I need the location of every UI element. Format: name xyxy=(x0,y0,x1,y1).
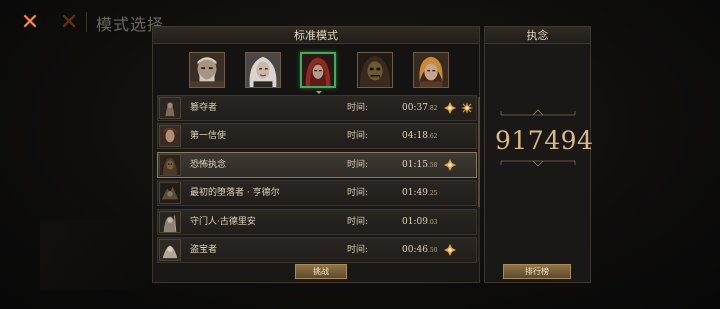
close-icon xyxy=(23,14,37,28)
boss-row-first-messenger[interactable]: 第一信使 时间: 04:18.62 xyxy=(157,123,477,149)
boss-name: 守门人·古德里安 xyxy=(190,217,256,227)
portrait-red-hood[interactable] xyxy=(300,52,336,88)
panel-title: 标准模式 xyxy=(294,29,338,42)
fallen-hendel-avatar-icon xyxy=(160,183,180,203)
treasure-thief-avatar-icon xyxy=(160,240,180,260)
best-time: 01:09.03 xyxy=(402,217,438,227)
boss-avatar xyxy=(159,154,181,176)
time-label: 时间: xyxy=(347,217,369,227)
medal-icon xyxy=(444,244,456,256)
boss-row-treasure-thief[interactable]: 盗宝者 时间: 00:46.50 xyxy=(157,237,477,263)
boss-row-usurper[interactable]: 篡夺者 时间: 00:37.82 xyxy=(157,95,477,121)
background-shade xyxy=(40,220,150,290)
obsession-header: 执念 xyxy=(485,27,590,44)
boss-name: 最初的堕落者 · 亨德尔 xyxy=(190,188,280,198)
boss-name: 恐怖执念 xyxy=(190,160,227,170)
boss-name: 篡夺者 xyxy=(190,103,218,113)
boss-row-gatekeeper[interactable]: 守门人·古德里安 时间: 01:09.03 xyxy=(157,209,477,235)
boss-name: 盗宝者 xyxy=(190,245,218,255)
white-hair-woman-portrait-icon xyxy=(246,53,280,87)
time-label: 时间: xyxy=(347,188,369,198)
boss-avatar xyxy=(159,239,181,261)
standard-mode-panel: 标准模式 篡夺者 时间: 00:37.82 第一信使 时间: 04:18.62 … xyxy=(152,26,480,283)
gatekeeper-avatar-icon xyxy=(160,212,180,232)
selected-caret-icon xyxy=(316,91,322,94)
obsession-panel: 执念 917494 xyxy=(484,26,594,283)
time-label: 时间: xyxy=(347,103,369,113)
close-icon xyxy=(62,14,76,28)
screen: 模式选择 标准模式 篡夺者 时间: 00:37.82 第一信使 时间: 04:1… xyxy=(0,0,720,309)
old-man-portrait-icon xyxy=(190,53,224,87)
usurper-avatar-icon xyxy=(160,98,180,118)
top-divider xyxy=(86,12,87,32)
scrollbar-thumb[interactable] xyxy=(478,97,480,207)
boss-row-fallen-hendel[interactable]: 最初的堕落者 · 亨德尔 时间: 01:49.25 xyxy=(157,180,477,206)
medal-icon xyxy=(444,159,456,171)
star-medal-icon xyxy=(461,102,473,114)
masked-figure-portrait-icon xyxy=(358,53,392,87)
time-label: 时间: xyxy=(347,131,369,141)
challenge-button[interactable]: 挑战 xyxy=(295,264,347,279)
best-time: 01:15.58 xyxy=(402,160,438,170)
time-label: 时间: xyxy=(347,160,369,170)
horror-obsession-avatar-icon xyxy=(160,155,180,175)
leaderboard-button[interactable]: 排行榜 xyxy=(503,264,571,279)
boss-row-horror-obsession[interactable]: 恐怖执念 时间: 01:15.58 xyxy=(157,152,477,178)
best-time: 01:49.25 xyxy=(402,188,438,198)
portrait-blonde-man[interactable] xyxy=(413,52,449,88)
boss-avatar xyxy=(159,211,181,233)
first-messenger-avatar-icon xyxy=(160,126,180,146)
best-time: 00:46.50 xyxy=(402,245,438,255)
obsession-score: 917494 xyxy=(495,126,594,155)
red-hood-portrait-icon xyxy=(302,54,334,86)
list-scrollbar[interactable] xyxy=(478,97,480,262)
medal-icon xyxy=(444,102,456,114)
score-frame: 917494 xyxy=(495,107,594,169)
best-time: 04:18.62 xyxy=(402,131,438,141)
boss-avatar xyxy=(159,182,181,204)
back-close-button[interactable] xyxy=(58,10,80,32)
blonde-man-portrait-icon xyxy=(414,53,448,87)
portrait-masked-figure[interactable] xyxy=(357,52,393,88)
close-button[interactable] xyxy=(19,10,41,32)
boss-name: 第一信使 xyxy=(190,131,227,141)
portrait-white-hair-woman[interactable] xyxy=(245,52,281,88)
boss-avatar xyxy=(159,125,181,147)
best-time: 00:37.82 xyxy=(402,103,438,113)
boss-avatar xyxy=(159,97,181,119)
time-label: 时间: xyxy=(347,245,369,255)
standard-mode-header: 标准模式 xyxy=(153,27,479,47)
portrait-old-man[interactable] xyxy=(189,52,225,88)
